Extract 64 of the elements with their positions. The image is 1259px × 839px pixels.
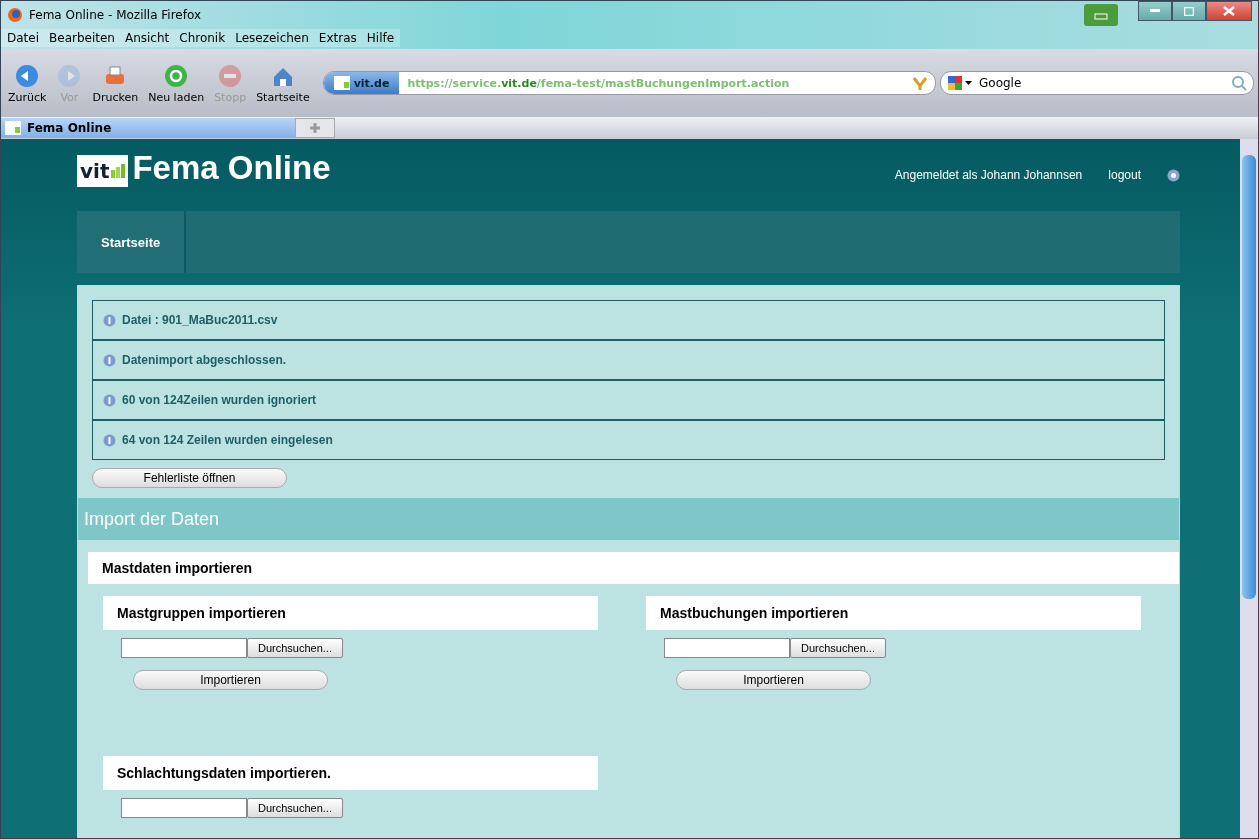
browse-button[interactable]: Durchsuchen... (247, 798, 343, 818)
subsection-header: Mastdaten importieren (88, 552, 1179, 584)
close-button[interactable] (1206, 1, 1252, 21)
info-icon (103, 313, 116, 327)
menu-item[interactable]: Datei (7, 31, 39, 45)
tab-label: Fema Online (27, 121, 112, 135)
bookmark-icon[interactable] (913, 76, 927, 90)
browser-tab[interactable]: Fema Online (1, 118, 295, 138)
nav-tab[interactable]: Startseite (77, 211, 187, 273)
menu-item[interactable]: Ansicht (124, 31, 170, 45)
import-button[interactable]: Importieren (133, 670, 328, 690)
address-bar[interactable]: vit.de https://service.vit.de/fema-test/mastBuchungenImport.action (322, 71, 936, 95)
error-list-button[interactable]: Fehlerliste öffnen (92, 468, 287, 488)
search-engine-icon[interactable] (947, 75, 973, 91)
reload-icon (163, 62, 190, 89)
import-button[interactable]: Importieren (676, 670, 871, 690)
home-button[interactable]: Startseite (253, 62, 313, 104)
back-button[interactable]: Zurück (5, 62, 50, 104)
message-text: 60 von 124Zeilen wurden ignoriert (122, 393, 317, 407)
close-icon (1223, 6, 1235, 16)
info-icon (103, 353, 116, 367)
section-header: Import der Daten (78, 498, 1179, 540)
scrollbar[interactable] (1240, 139, 1258, 838)
new-tab-button[interactable] (295, 118, 335, 138)
keyboard-icon (1094, 10, 1108, 20)
menu-item[interactable]: Bearbeiten (49, 31, 115, 45)
firefox-icon (7, 7, 23, 23)
browse-button[interactable]: Durchsuchen... (790, 638, 886, 658)
window-title: Fema Online - Mozilla Firefox (29, 8, 202, 22)
site-title: Fema Online (132, 149, 331, 187)
site-icon (5, 121, 21, 135)
import-title: Schlachtungsdaten importieren. (103, 756, 598, 790)
stop-icon (217, 62, 244, 89)
site-icon (333, 76, 350, 90)
search-icon[interactable] (1231, 75, 1247, 91)
logout-link[interactable]: logout (1108, 168, 1141, 182)
print-button[interactable]: Drucken (89, 62, 142, 104)
message-text: Datei : 901_MaBuc2011.csv (122, 313, 278, 327)
logo: vit (77, 155, 129, 187)
message-text: 64 von 124 Zeilen wurden eingelesen (122, 433, 333, 447)
minimize-button[interactable] (1138, 1, 1172, 21)
browse-button[interactable]: Durchsuchen... (247, 638, 343, 658)
import-title: Mastbuchungen importieren (646, 596, 1141, 630)
import-title: Mastgruppen importieren (103, 596, 598, 630)
site-identity[interactable]: vit.de (323, 72, 400, 94)
user-label: Angemeldet als Johann Johannsen (894, 168, 1083, 182)
message-text: Datenimport abgeschlossen. (122, 353, 287, 367)
file-field[interactable] (121, 798, 247, 818)
file-field[interactable] (121, 638, 247, 658)
minimize-icon (1150, 9, 1160, 13)
keyboard-button[interactable] (1084, 4, 1118, 26)
menu-item[interactable]: Extras (318, 31, 357, 45)
menu-item[interactable]: Hilfe (366, 31, 395, 45)
reload-button[interactable]: Neu laden (145, 62, 208, 104)
plus-icon (310, 122, 320, 133)
menu-item[interactable]: Chronik (179, 31, 226, 45)
maximize-button[interactable] (1172, 1, 1206, 21)
info-icon (103, 433, 116, 447)
info-icon (103, 393, 116, 407)
menu-item[interactable]: Lesezeichen (235, 31, 309, 45)
maximize-icon (1184, 6, 1194, 16)
search-field[interactable]: Google (940, 71, 1254, 95)
help-icon[interactable] (1167, 168, 1180, 182)
file-field[interactable] (664, 638, 790, 658)
